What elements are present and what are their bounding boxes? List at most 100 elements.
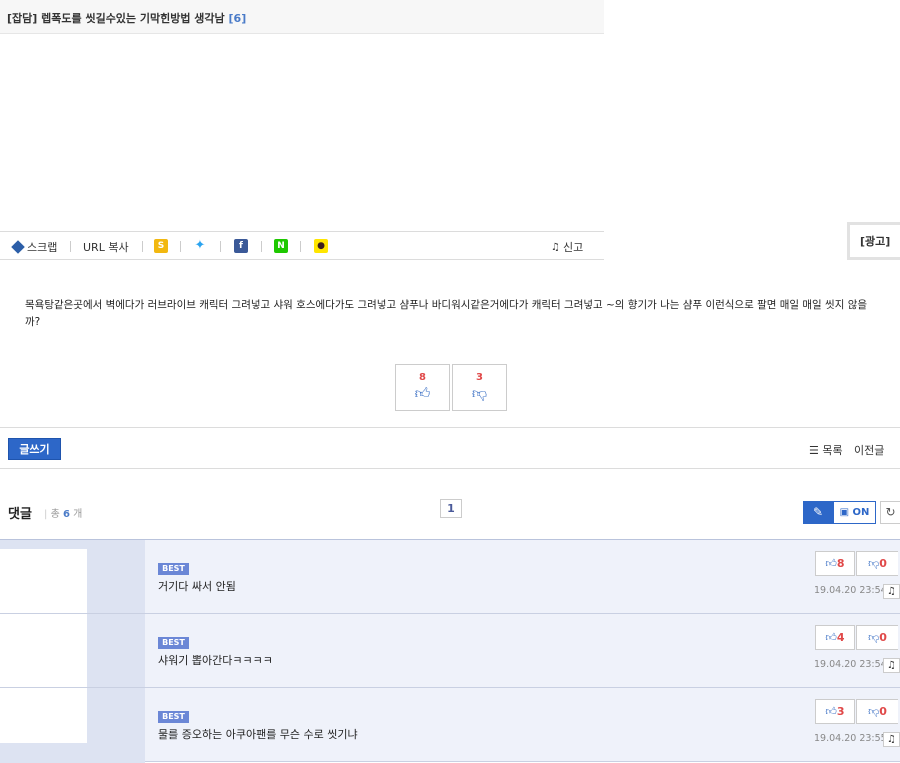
post-title: 렙폭도를 씻길수있는 기막힌방법 생각남 — [41, 12, 225, 25]
bell-icon: ♫ — [887, 660, 896, 671]
prev-post-link[interactable]: 이전글 — [854, 442, 884, 458]
pencil-icon: ✎ — [812, 505, 824, 519]
divider — [261, 241, 262, 252]
comment-text: 샤워기 뽑아간다ㅋㅋㅋㅋ — [158, 654, 273, 667]
share-naver-button[interactable]: N — [274, 239, 288, 253]
scrap-label: 스크랩 — [27, 241, 58, 254]
comment-report-button[interactable]: ♫ — [883, 584, 900, 599]
pagination-page[interactable]: 1 — [440, 499, 462, 518]
post-comment-count[interactable]: [6] — [229, 12, 247, 25]
best-badge: BEST — [158, 711, 189, 723]
total-suffix: 개 — [73, 509, 83, 520]
divider — [0, 427, 900, 428]
share-kakaostory-button[interactable]: S — [154, 239, 168, 253]
comment-list: BEST 거기다 싸서 안됨 👍︎8 👎︎0 19.04.20 23:54 ♫ … — [0, 539, 900, 763]
scrap-cube-icon — [11, 240, 25, 254]
total-prefix: 총 — [50, 509, 60, 520]
report-label: 신고 — [562, 241, 584, 254]
kakaostory-icon: S — [154, 239, 168, 253]
total-count: 6 — [62, 509, 70, 520]
comment-upvote-button[interactable]: 👍︎3 — [815, 699, 855, 724]
comment-downvote-count: 0 — [879, 631, 887, 644]
comment-upvote-button[interactable]: 👍︎4 — [815, 625, 855, 650]
comment-report-button[interactable]: ♫ — [883, 732, 900, 747]
scrap-button[interactable]: 스크랩 — [11, 239, 58, 255]
thumbs-up-icon: 👍︎ — [825, 557, 837, 570]
comment-date: 19.04.20 23:54 — [814, 585, 887, 596]
divider — [142, 241, 143, 252]
thumbs-down-icon: 👎︎ — [868, 631, 880, 644]
comment-write-button[interactable]: ✎ — [803, 501, 833, 524]
page-title: [잡담] 렙폭도를 씻길수있는 기막힌방법 생각남 [6] — [7, 10, 246, 26]
naver-icon: N — [274, 239, 288, 253]
best-badge: BEST — [158, 563, 189, 575]
divider — [70, 241, 71, 252]
image-icon: ▣ — [839, 507, 850, 518]
comment-row: BEST 물를 증오하는 아쿠아팬를 무슨 수로 씻기냐 👍︎3 👎︎0 19.… — [145, 688, 900, 762]
post-body: 목욕탕같은곳에서 벽에다가 러브라이브 캐릭터 그려넣고 샤워 호스에다가도 그… — [25, 299, 868, 328]
divider — [0, 613, 145, 614]
list-icon: ☰ — [809, 444, 819, 457]
upvote-button[interactable]: 8 👍︎ — [395, 364, 450, 411]
downvote-button[interactable]: 3 👎︎ — [452, 364, 507, 411]
kakaotalk-icon: ● — [314, 239, 328, 253]
bell-icon: ♫ — [551, 241, 560, 253]
image-toggle-label: ON — [852, 507, 870, 518]
facebook-icon: f — [234, 239, 248, 253]
comment-downvote-button[interactable]: 👎︎0 — [856, 625, 898, 650]
ad-label: [광고] — [860, 235, 891, 248]
comment-date: 19.04.20 23:55 — [814, 733, 887, 744]
comment-author-column — [0, 540, 145, 763]
comment-text: 물를 증오하는 아쿠아팬를 무슨 수로 씻기냐 — [158, 728, 358, 741]
divider — [220, 241, 221, 252]
thumbs-down-icon: 👎︎ — [868, 705, 880, 718]
comment-row: BEST 거기다 싸서 안됨 👍︎8 👎︎0 19.04.20 23:54 ♫ — [145, 540, 900, 614]
thumbs-up-icon: 👍︎ — [414, 384, 431, 402]
divider — [0, 468, 900, 469]
comment-report-button[interactable]: ♫ — [883, 658, 900, 673]
thumbs-down-icon: 👎︎ — [471, 384, 488, 402]
share-facebook-button[interactable]: f — [234, 239, 248, 253]
bell-icon: ♫ — [887, 586, 896, 597]
list-button[interactable]: ☰ 목록 — [809, 442, 843, 458]
divider — [300, 241, 301, 252]
comments-total: | 총 6 개 — [44, 509, 83, 520]
comment-downvote-count: 0 — [879, 705, 887, 718]
comment-date: 19.04.20 23:54 — [814, 659, 887, 670]
refresh-icon: ↻ — [885, 505, 896, 519]
report-button[interactable]: ♫ 신고 — [551, 239, 583, 255]
thumbs-up-icon: 👍︎ — [825, 705, 837, 718]
twitter-icon: ✦ — [193, 238, 207, 253]
comment-upvote-button[interactable]: 👍︎8 — [815, 551, 855, 576]
comment-downvote-button[interactable]: 👎︎0 — [856, 551, 898, 576]
best-badge: BEST — [158, 637, 189, 649]
image-toggle-button[interactable]: ▣ ON — [833, 501, 876, 524]
comment-upvote-count: 3 — [836, 705, 845, 718]
comments-title: 댓글 — [8, 507, 32, 522]
divider — [0, 687, 145, 688]
share-kakaotalk-button[interactable]: ● — [314, 239, 328, 253]
list-label: 목록 — [822, 444, 843, 457]
ad-box[interactable]: [광고] — [847, 222, 900, 260]
share-twitter-button[interactable]: ✦ — [193, 239, 207, 253]
comment-text: 거기다 싸서 안됨 — [158, 580, 236, 593]
refresh-button[interactable]: ↻ — [880, 501, 900, 524]
thumbs-up-icon: 👍︎ — [825, 631, 837, 644]
url-copy-button[interactable]: URL 복사 — [83, 239, 129, 255]
bell-icon: ♫ — [887, 734, 896, 745]
downvote-count: 3 — [476, 372, 483, 383]
comment-upvote-count: 4 — [836, 631, 845, 644]
avatar — [0, 549, 87, 743]
post-title-bar: [잡담] 렙폭도를 씻길수있는 기막힌방법 생각남 [6] — [0, 0, 604, 34]
divider — [180, 241, 181, 252]
post-category: [잡담] — [7, 12, 38, 25]
comment-row: BEST 샤워기 뽑아간다ㅋㅋㅋㅋ 👍︎4 👎︎0 19.04.20 23:54… — [145, 614, 900, 688]
write-button[interactable]: 글쓰기 — [8, 438, 61, 460]
comment-downvote-count: 0 — [879, 557, 887, 570]
share-bar: 스크랩 URL 복사 S ✦ f N ● ♫ 신고 — [0, 231, 604, 260]
url-copy-label: URL 복사 — [83, 241, 129, 254]
comment-downvote-button[interactable]: 👎︎0 — [856, 699, 898, 724]
comment-upvote-count: 8 — [836, 557, 845, 570]
thumbs-down-icon: 👎︎ — [868, 557, 880, 570]
upvote-count: 8 — [419, 372, 426, 383]
